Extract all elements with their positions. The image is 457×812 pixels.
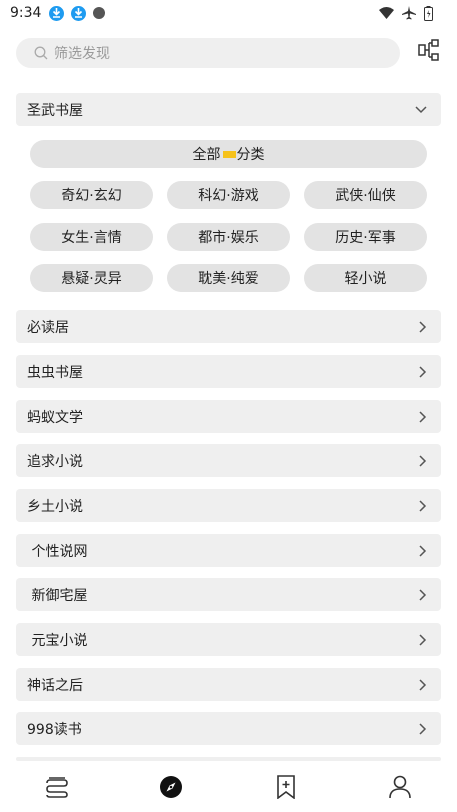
group-tree-button[interactable] bbox=[416, 37, 442, 63]
source-dropdown[interactable]: 圣武书屋 bbox=[16, 93, 441, 126]
source-list-item[interactable]: 神话之后 bbox=[16, 668, 441, 701]
source-name: 神话之后 bbox=[27, 677, 83, 694]
profile-icon bbox=[389, 775, 411, 799]
bottom-nav bbox=[0, 762, 457, 812]
source-name: 998读书 bbox=[27, 721, 82, 738]
category-chip[interactable]: 武侠·仙侠 bbox=[304, 181, 427, 209]
search-input[interactable]: 筛选发现 bbox=[16, 38, 400, 68]
source-list-item[interactable]: 必读居 bbox=[16, 310, 441, 343]
nav-bookshelf[interactable] bbox=[0, 762, 114, 812]
nav-bookmark[interactable] bbox=[229, 762, 343, 812]
source-name: 元宝小说 bbox=[27, 632, 88, 649]
download-notification-icon bbox=[49, 5, 65, 21]
chevron-right-icon bbox=[419, 365, 427, 378]
source-name: 虫虫书屋 bbox=[27, 364, 83, 381]
chevron-right-icon bbox=[419, 633, 427, 646]
status-time: 9:34 bbox=[10, 5, 42, 21]
chevron-right-icon bbox=[419, 544, 427, 557]
status-bar: 9:34 bbox=[0, 0, 457, 26]
category-all-suffix: 分类 bbox=[236, 147, 265, 163]
download-notification-icon bbox=[71, 5, 87, 21]
search-placeholder: 筛选发现 bbox=[54, 46, 110, 62]
bookshelf-icon bbox=[46, 777, 68, 798]
source-name: 乡土小说 bbox=[27, 498, 83, 515]
tree-structure-icon bbox=[418, 39, 439, 61]
source-list-item[interactable]: 元宝小说 bbox=[16, 623, 441, 656]
notification-dot-icon bbox=[93, 7, 106, 19]
bookmark-add-icon bbox=[276, 775, 295, 799]
source-list-item[interactable]: 蚂蚁文学 bbox=[16, 400, 441, 433]
chevron-right-icon bbox=[419, 722, 427, 735]
chevron-down-icon bbox=[415, 105, 427, 113]
source-list-item[interactable]: 个性说网 bbox=[16, 534, 441, 567]
source-list-item[interactable]: 乡土小说 bbox=[16, 489, 441, 522]
source-list-item[interactable]: 998读书 bbox=[16, 712, 441, 745]
battery-icon bbox=[424, 5, 433, 21]
chevron-right-icon bbox=[419, 410, 427, 423]
nav-discover[interactable] bbox=[114, 762, 228, 812]
chevron-right-icon bbox=[419, 454, 427, 467]
category-chip[interactable]: 轻小说 bbox=[304, 264, 427, 292]
category-all-prefix: 全部 bbox=[192, 147, 221, 163]
tag-icon bbox=[222, 150, 236, 158]
source-list-item-partial bbox=[16, 757, 441, 761]
source-list-item[interactable]: 虫虫书屋 bbox=[16, 355, 441, 388]
source-list-item[interactable]: 新御宅屋 bbox=[16, 578, 441, 611]
category-chip[interactable]: 悬疑·灵异 bbox=[30, 264, 153, 292]
chevron-right-icon bbox=[419, 678, 427, 691]
category-all-chip[interactable]: 全部 分类 bbox=[30, 140, 427, 168]
source-name: 追求小说 bbox=[27, 453, 83, 470]
category-chip[interactable]: 女生·言情 bbox=[30, 223, 153, 251]
category-chip[interactable]: 奇幻·玄幻 bbox=[30, 181, 153, 209]
discover-compass-icon bbox=[160, 776, 183, 798]
source-name: 个性说网 bbox=[27, 543, 88, 560]
chevron-right-icon bbox=[419, 588, 427, 601]
search-icon bbox=[34, 46, 48, 60]
source-list-item[interactable]: 追求小说 bbox=[16, 444, 441, 477]
airplane-mode-icon bbox=[402, 6, 416, 20]
category-chip[interactable]: 耽美·纯爱 bbox=[167, 264, 290, 292]
source-name: 蚂蚁文学 bbox=[27, 409, 83, 426]
status-icons bbox=[379, 5, 433, 21]
source-name: 必读居 bbox=[27, 319, 69, 336]
source-dropdown-label: 圣武书屋 bbox=[27, 102, 83, 119]
nav-profile[interactable] bbox=[343, 762, 457, 812]
wifi-icon bbox=[379, 7, 394, 19]
chevron-right-icon bbox=[419, 320, 427, 333]
category-chip[interactable]: 都市·娱乐 bbox=[167, 223, 290, 251]
chevron-right-icon bbox=[419, 499, 427, 512]
source-name: 新御宅屋 bbox=[27, 587, 88, 604]
category-chip[interactable]: 历史·军事 bbox=[304, 223, 427, 251]
category-chip[interactable]: 科幻·游戏 bbox=[167, 181, 290, 209]
